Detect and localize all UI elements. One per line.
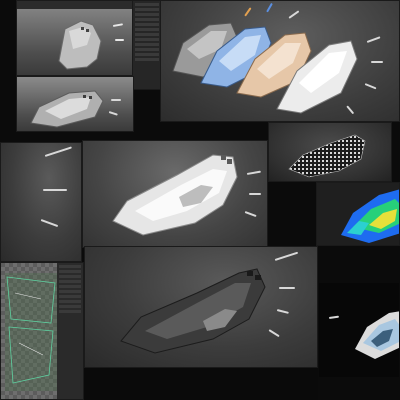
uv-side-list[interactable] xyxy=(57,265,83,313)
model-white-main xyxy=(112,154,238,236)
model-dark-main xyxy=(120,268,266,354)
uv-side-panel[interactable] xyxy=(57,263,83,399)
viewport-left-edge xyxy=(0,142,82,262)
viewport-bottom-left-wide[interactable] xyxy=(16,76,134,132)
model-grey-wide xyxy=(30,90,104,128)
menu-panel-top[interactable] xyxy=(132,0,162,90)
status-bar xyxy=(84,368,318,400)
speed-line-icon xyxy=(371,61,383,63)
viewport-heatmap[interactable] xyxy=(316,182,400,246)
model-variants xyxy=(172,22,358,114)
speed-line-icon xyxy=(249,193,261,195)
viewport-wireframe[interactable] xyxy=(268,122,392,182)
model-wireframe xyxy=(288,134,366,178)
speed-line-icon xyxy=(111,99,121,101)
viewport-center-main[interactable] xyxy=(82,140,268,248)
viewport-final-render[interactable] xyxy=(318,282,400,378)
speed-line-icon xyxy=(43,189,67,191)
viewport-background xyxy=(1,143,81,261)
viewport-dark-render[interactable] xyxy=(84,246,318,368)
viewport-variants-lineup[interactable] xyxy=(160,0,400,122)
viewport-uv-editor[interactable] xyxy=(0,262,84,400)
viewport-top-left-small[interactable] xyxy=(16,0,134,76)
speed-line-icon xyxy=(279,287,295,289)
model-heatmap xyxy=(341,189,399,243)
model-final-render xyxy=(355,311,399,359)
speed-line-icon xyxy=(115,39,124,41)
menu-list[interactable] xyxy=(133,3,161,61)
